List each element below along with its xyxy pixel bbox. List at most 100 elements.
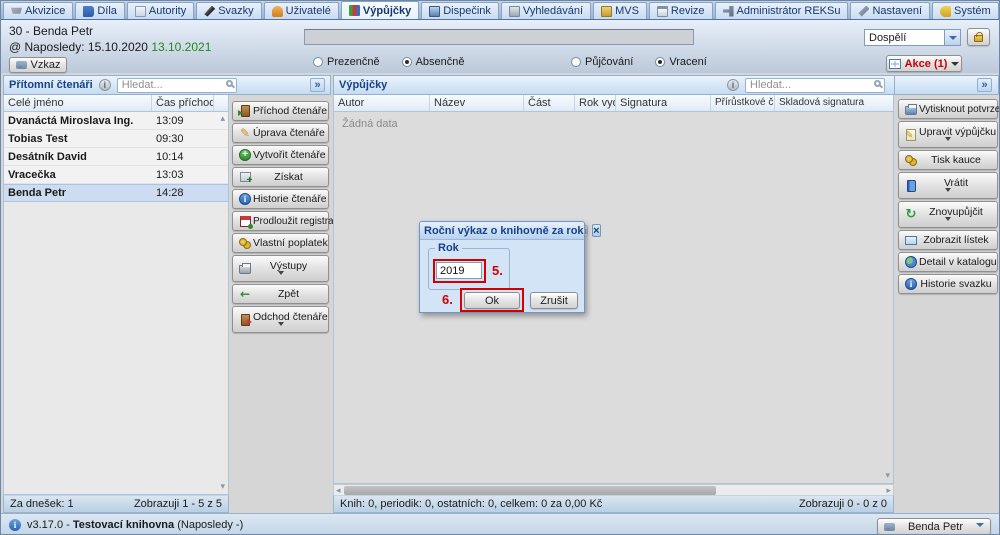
column-header-signatura[interactable]: Signatura [616, 95, 711, 111]
barcode-input[interactable] [304, 29, 694, 45]
tab-dispecink[interactable]: Dispečink [421, 2, 499, 19]
column-header-rok-vydani[interactable]: Rok vydání [575, 95, 616, 111]
tab-nastaveni[interactable]: Nastavení [850, 2, 930, 19]
button-prichod-ctenare[interactable]: Příchod čtenáře [232, 101, 329, 121]
scroll-down-icon[interactable]: ▾ [885, 471, 890, 481]
tools-icon [723, 6, 734, 17]
button-vytisknout-potvrzeni[interactable]: Vytisknout potvrzení [898, 99, 998, 119]
message-button-label: Vzkaz [31, 59, 61, 71]
cart-icon [11, 6, 22, 17]
button-prodlouzit-registraci[interactable]: Prodloužit registraci [232, 211, 329, 231]
button-zobrazit-listek[interactable]: Zobrazit lístek [898, 230, 998, 250]
button-ziskat[interactable]: Získat [232, 167, 329, 187]
column-header-name[interactable]: Celé jméno [4, 95, 152, 111]
button-historie-svazku[interactable]: Historie svazku [898, 274, 998, 294]
tab-administrator-reksu[interactable]: Administrátor REKSu [715, 2, 849, 19]
grid-icon [889, 59, 901, 69]
radio-absencne[interactable]: Absenčně [402, 56, 465, 68]
user-button[interactable]: Benda Petr [877, 518, 991, 535]
scroll-up-icon[interactable]: ▴ [220, 114, 225, 124]
readers-search-input[interactable] [117, 78, 237, 93]
tab-vyhledavani[interactable]: Vyhledávání [501, 2, 591, 19]
reader-row[interactable]: Desátník David10:14 [4, 148, 228, 166]
tab-mvs[interactable]: MVS [593, 2, 647, 19]
close-icon[interactable] [592, 224, 600, 237]
button-historie-ctenare[interactable]: Historie čtenáře [232, 189, 329, 209]
tab-autority[interactable]: Autority [127, 2, 194, 19]
year-input[interactable] [436, 262, 482, 279]
readers-panel-header: Přítomní čtenáři [3, 75, 331, 95]
reader-row[interactable]: Tobias Test09:30 [4, 130, 228, 148]
column-header-time[interactable]: Čas příchodu [152, 95, 214, 111]
button-vystupy[interactable]: Výstupy [232, 255, 329, 282]
last-visit-line: @ Naposledy: 15.10.2020 13.10.2021 [9, 40, 211, 54]
books-icon [349, 5, 360, 16]
tab-label: Dispečink [443, 5, 491, 17]
button-detail-v-katalogu[interactable]: Detail v katalogu [898, 252, 998, 272]
button-tisk-kauce[interactable]: Tisk kauce [898, 150, 998, 170]
reader-row-selected[interactable]: Benda Petr14:28 [4, 184, 228, 202]
reader-buttons-column: Příchod čtenáře Úprava čtenáře Vytvořit … [232, 101, 329, 333]
reader-row[interactable]: Dvanáctá Miroslava Ing.13:09 [4, 112, 228, 130]
tab-dila[interactable]: Díla [75, 2, 125, 19]
column-header-skladova-signatura[interactable]: Skladová signatura [775, 95, 893, 111]
radio-pujcovani[interactable]: Půjčování [571, 56, 633, 68]
back-arrow-icon [238, 287, 252, 301]
loans-search-input[interactable] [745, 78, 885, 93]
button-vlastni-poplatek[interactable]: Vlastní poplatek [232, 233, 329, 253]
last-visit-date-new: 13.10.2021 [151, 40, 211, 54]
readers-panel-footer: Za dnešek: 1 Zobrazuji 1 - 5 z 5 [3, 495, 229, 513]
column-header-cast[interactable]: Část [524, 95, 575, 111]
column-header-prirustkove-cislo[interactable]: Přírůstkové číslo [711, 95, 775, 111]
dialog-title-bar[interactable]: Roční výkaz o knihovně za rok [420, 222, 584, 240]
tab-uzivatele[interactable]: Uživatelé [264, 2, 339, 19]
add-icon [238, 148, 252, 162]
button-vratit[interactable]: Vrátit [898, 172, 998, 199]
lock-button[interactable] [967, 28, 990, 46]
radio-icon [313, 57, 323, 67]
tab-revize[interactable]: Revize [649, 2, 713, 19]
loans-search [745, 78, 885, 93]
reader-row[interactable]: Vracečka13:03 [4, 166, 228, 184]
button-odchod-ctenare[interactable]: Odchod čtenáře [232, 306, 329, 333]
tab-svazky[interactable]: Svazky [196, 2, 261, 19]
info-icon[interactable] [727, 79, 739, 91]
button-zpet[interactable]: Zpět [232, 284, 329, 304]
scrollbar-thumb[interactable] [344, 486, 716, 495]
info-icon[interactable] [99, 79, 111, 91]
dialog-body: Rok 5. Ok 6. Zrušit [420, 240, 584, 313]
chevron-down-icon [944, 30, 960, 45]
message-button[interactable]: Vzkaz [9, 57, 67, 73]
tab-system[interactable]: Systém [932, 2, 999, 19]
info-icon[interactable] [584, 225, 589, 237]
button-uprava-ctenare[interactable]: Úprava čtenáře [232, 123, 329, 143]
button-vytvorit-ctenare[interactable]: Vytvořit čtenáře [232, 145, 329, 165]
caret-down-icon [945, 217, 951, 224]
button-znovupujcit[interactable]: Znovupůjčit [898, 201, 998, 228]
empty-table-message: Žádná data [342, 118, 398, 130]
annotation-number-6: 6. [442, 292, 453, 307]
readers-search [117, 78, 237, 93]
user-button-label: Benda Petr [899, 521, 972, 533]
radio-vraceni[interactable]: Vracení [655, 56, 707, 68]
tab-label: Revize [671, 5, 705, 17]
radio-prezencne[interactable]: Prezenčně [313, 56, 380, 68]
actions-button[interactable]: Akce (1) [886, 55, 962, 72]
button-upravit-vypujcku[interactable]: Upravit výpůjčku [898, 121, 998, 148]
history-icon [238, 192, 252, 206]
cancel-button[interactable]: Zrušit [530, 292, 578, 309]
tab-vypujcky[interactable]: Výpůjčky [341, 1, 419, 19]
scroll-down-icon[interactable]: ▾ [220, 482, 225, 492]
ok-button[interactable]: Ok [464, 292, 520, 309]
tab-label: Svazky [218, 5, 253, 17]
info-icon[interactable] [9, 519, 21, 531]
tab-akvizice[interactable]: Akvizice [3, 2, 73, 19]
radio-label: Půjčování [585, 56, 633, 68]
column-header-autor[interactable]: Autor [334, 95, 430, 111]
collapse-panel-icon[interactable] [310, 78, 325, 92]
pen-icon [204, 6, 215, 17]
category-select[interactable]: Dospělí [864, 29, 961, 46]
readers-table-body: Dvanáctá Miroslava Ing.13:09 Tobias Test… [3, 112, 229, 495]
collapse-panel-icon[interactable] [977, 78, 992, 92]
column-header-nazev[interactable]: Název [430, 95, 524, 111]
